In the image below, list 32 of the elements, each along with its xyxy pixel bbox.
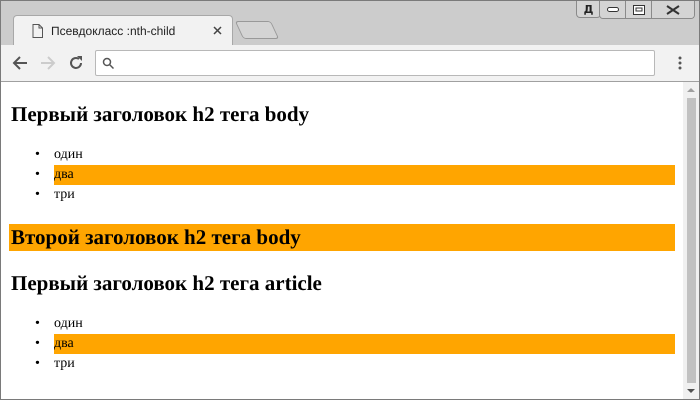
scrollbar[interactable] [683, 82, 699, 399]
maximize-icon [632, 4, 644, 14]
profile-button[interactable]: Д [576, 1, 601, 18]
bullet: • [35, 166, 41, 184]
close-icon [666, 4, 680, 14]
close-button[interactable] [652, 1, 694, 18]
tab-title: Псевдокласс :nth-child [51, 24, 176, 38]
close-icon[interactable] [213, 26, 222, 35]
forward-icon [40, 56, 56, 70]
bullet: • [35, 146, 41, 164]
browser-tab[interactable]: Псевдокласс :nth-child [13, 15, 233, 45]
list-item: один [54, 315, 84, 333]
page-heading: Второй заголовок h2 тега body [9, 224, 675, 251]
bullet: • [35, 355, 41, 373]
maximize-button[interactable] [626, 1, 652, 18]
list-item: три [54, 355, 76, 373]
list-item: два [54, 165, 675, 185]
list-item: два [54, 334, 675, 354]
document-icon [32, 24, 43, 38]
page-heading: Первый заголовок h2 тега body [10, 101, 310, 128]
bullet: • [35, 186, 41, 204]
page-heading: Первый заголовок h2 тега article [10, 270, 323, 297]
minimize-icon [606, 7, 618, 12]
menu-icon [678, 56, 682, 70]
bullet: • [35, 315, 41, 333]
list-item: один [54, 146, 84, 164]
back-icon [12, 56, 28, 70]
minimize-button[interactable] [600, 1, 626, 18]
search-icon [102, 57, 114, 69]
reload-icon [68, 55, 84, 71]
list-item: три [54, 186, 76, 204]
bullet: • [35, 335, 41, 353]
